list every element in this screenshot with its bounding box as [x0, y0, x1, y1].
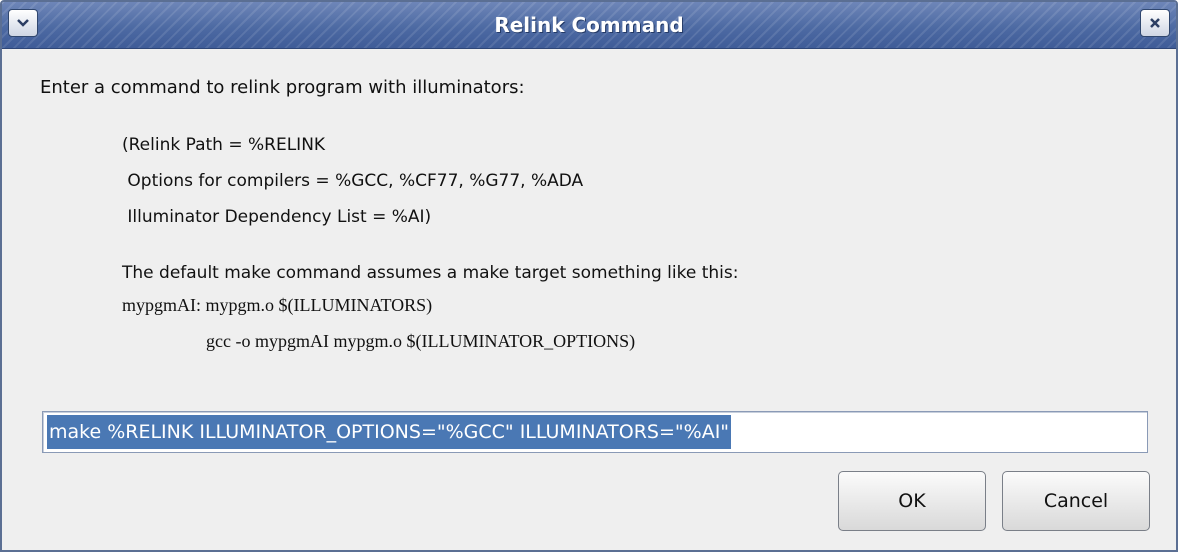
info-line-dependency-list: Illuminator Dependency List = %AI): [122, 207, 432, 227]
cancel-button[interactable]: Cancel: [1002, 471, 1150, 531]
close-icon: [1150, 18, 1160, 28]
prompt-label: Enter a command to relink program with i…: [40, 77, 525, 98]
info-line-compiler-options: Options for compilers = %GCC, %CF77, %G7…: [122, 171, 584, 191]
relink-command-dialog: Relink Command Enter a command to relink…: [0, 0, 1178, 552]
info-line-relink-path: (Relink Path = %RELINK: [122, 135, 326, 155]
dialog-body: Enter a command to relink program with i…: [2, 49, 1176, 550]
ok-button[interactable]: OK: [838, 471, 986, 531]
window-close-button[interactable]: [1140, 9, 1170, 37]
relink-command-value: make %RELINK ILLUMINATOR_OPTIONS="%GCC" …: [47, 415, 732, 449]
example-recipe-line: gcc -o mypgmAI mypgm.o $(ILLUMINATOR_OPT…: [206, 331, 636, 351]
title-bar[interactable]: Relink Command: [2, 2, 1176, 49]
window-title: Relink Command: [494, 13, 684, 37]
relink-command-input[interactable]: make %RELINK ILLUMINATOR_OPTIONS="%GCC" …: [42, 411, 1148, 453]
chevron-down-icon: [17, 19, 29, 27]
default-make-note: The default make command assumes a make …: [122, 263, 739, 283]
window-menu-button[interactable]: [8, 9, 38, 37]
example-target-line: mypgmAI: mypgm.o $(ILLUMINATORS): [122, 295, 433, 315]
